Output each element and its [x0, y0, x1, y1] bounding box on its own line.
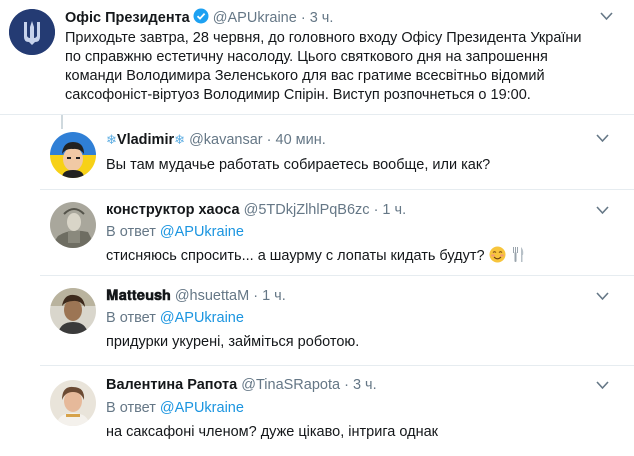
- mention-link[interactable]: @APUkraine: [160, 310, 244, 326]
- chevron-down-icon[interactable]: [600, 10, 613, 24]
- author-name[interactable]: Офіс Президента: [65, 10, 190, 26]
- tweet-time[interactable]: · 1 ч.: [253, 288, 286, 304]
- verified-badge-icon: [193, 8, 209, 24]
- tweet-time[interactable]: · 40 мин.: [267, 132, 326, 148]
- tweet-text-line: команди Володимира Зеленського для вас г…: [65, 68, 545, 84]
- author-handle[interactable]: @APUkraine: [213, 10, 297, 26]
- tweet-time[interactable]: · 1 ч.: [374, 202, 407, 218]
- reply-tweet[interactable]: ❄Vladimir❄ @kavansar · 40 мин. Вы там му…: [0, 115, 634, 189]
- tweet-text-line: Приходьте завтра, 28 червня, до головног…: [65, 30, 582, 46]
- author-name[interactable]: Vladimir: [117, 132, 174, 148]
- reply-prefix: В ответ: [106, 400, 160, 416]
- author-name[interactable]: конструктор хаоса: [106, 202, 240, 218]
- tweet-text-line: саксофоніст-віртуоз Володимир Спірін. Ви…: [65, 87, 531, 103]
- mention-link[interactable]: @APUkraine: [160, 224, 244, 240]
- reply-context: В ответ @APUkraine: [106, 309, 244, 328]
- tweet-time[interactable]: · 3 ч.: [301, 10, 334, 26]
- author-handle[interactable]: @hsuettaM: [175, 288, 249, 304]
- reply-prefix: В ответ: [106, 224, 160, 240]
- reply-tweet[interactable]: Валентина Рапота @TinaSRapota · 3 ч. В о…: [0, 366, 634, 456]
- chevron-down-icon[interactable]: [596, 132, 609, 146]
- reply-context: В ответ @APUkraine: [106, 399, 244, 418]
- tweet-time[interactable]: · 3 ч.: [344, 377, 377, 393]
- reply-context: В ответ @APUkraine: [106, 223, 244, 242]
- reply-tweet[interactable]: конструктор хаоса @5TDkjZlhlPqB6zc · 1 ч…: [0, 190, 634, 275]
- author-handle[interactable]: @kavansar: [189, 132, 263, 148]
- reply-tweet[interactable]: 𝐌𝐚𝐭𝐭𝐞𝐮𝐬𝐡 @hsuettaM · 1 ч. В ответ @APUkr…: [0, 276, 634, 365]
- chevron-down-icon[interactable]: [596, 204, 609, 218]
- smiling-face-icon: [489, 246, 506, 263]
- reply-text: придурки укурені, займіться роботою.: [106, 334, 360, 350]
- thread-line: [61, 115, 63, 129]
- avatar[interactable]: [9, 9, 55, 55]
- chevron-down-icon[interactable]: [596, 379, 609, 393]
- author-name[interactable]: Валентина Рапота: [106, 377, 237, 393]
- avatar[interactable]: [50, 288, 96, 334]
- reply-text: на саксафоні членом? дуже цікаво, інтриг…: [106, 424, 438, 440]
- reply-prefix: В ответ: [106, 310, 160, 326]
- reply-text: Вы там мудачье работать собираетесь вооб…: [106, 157, 491, 173]
- chevron-down-icon[interactable]: [596, 290, 609, 304]
- fork-and-knife-icon: [512, 247, 523, 262]
- avatar[interactable]: [50, 132, 96, 178]
- author-handle[interactable]: @TinaSRapota: [241, 377, 340, 393]
- snowflake-icon: ❄: [106, 132, 117, 147]
- snowflake-icon: ❄: [174, 132, 186, 147]
- author-handle[interactable]: @5TDkjZlhlPqB6zc: [244, 202, 370, 218]
- reply-text: стисняюсь спросить... а шаурму с лопаты …: [106, 248, 485, 264]
- main-tweet[interactable]: Офіс Президента @APUkraine · 3 ч. Приход…: [0, 0, 634, 114]
- trident-icon: [9, 9, 55, 55]
- avatar[interactable]: [50, 380, 96, 426]
- tweet-text-line: по справжню естетичну насолоду. Цього св…: [65, 49, 548, 65]
- avatar[interactable]: [50, 202, 96, 248]
- mention-link[interactable]: @APUkraine: [160, 400, 244, 416]
- author-name[interactable]: 𝐌𝐚𝐭𝐭𝐞𝐮𝐬𝐡: [106, 288, 171, 304]
